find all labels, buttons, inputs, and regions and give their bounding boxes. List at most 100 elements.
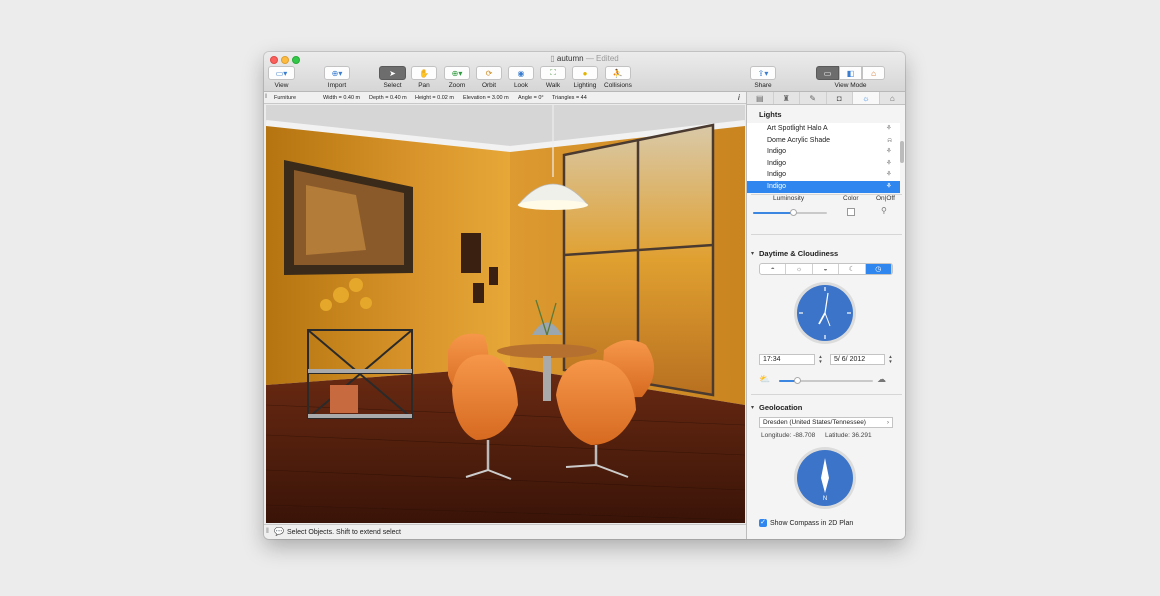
look-button[interactable]: ◉ <box>508 66 534 80</box>
tab-lighting[interactable]: ☼ <box>853 92 880 104</box>
zoom-tool: ⊕▾ Zoom <box>444 66 470 89</box>
light-off-icon[interactable]: ⚘ <box>886 146 892 158</box>
info-icon[interactable]: i <box>738 93 740 102</box>
chevron-down-icon[interactable]: ▾ <box>751 250 754 257</box>
orbit-button[interactable]: ⟳ <box>476 66 502 80</box>
lights-scrollbar[interactable] <box>900 125 904 185</box>
walk-label: Walk <box>545 82 561 89</box>
luminosity-fill <box>753 212 794 214</box>
library-icon: ▤ <box>755 93 764 103</box>
luminosity-knob[interactable] <box>790 209 798 216</box>
list-item[interactable]: Indigo ⚘ <box>747 158 900 170</box>
split-view-icon: ◧ <box>846 68 855 78</box>
list-item[interactable]: Art Spotlight Halo A ⚘ <box>747 123 900 135</box>
info-depth: Depth = 0.40 m <box>369 95 407 101</box>
look-label: Look <box>513 82 529 89</box>
noon-button[interactable]: ☼ <box>786 264 813 274</box>
view-mode-3d-button[interactable]: ⌂ <box>862 66 885 80</box>
view-mode-segments: ▭ ◧ ⌂ <box>816 66 885 80</box>
collisions-button[interactable]: ⛹ <box>604 66 631 80</box>
sunset-button[interactable]: ◒ <box>813 264 840 274</box>
import-button[interactable]: ⊕▾ <box>324 66 350 80</box>
daytime-clock[interactable] <box>792 280 858 346</box>
tab-library[interactable]: ▤ <box>747 92 774 104</box>
daytime-segment: ◓ ☼ ◒ ☾ ◷ <box>759 263 893 275</box>
latitude-label: Latitude: 36.291 <box>825 432 872 439</box>
pencil-icon: ✎ <box>809 93 817 103</box>
window-title: ▯ autumn — Edited <box>264 54 905 63</box>
luminosity-slider[interactable] <box>753 209 827 216</box>
info-elevation: Elevation = 3.00 m <box>463 95 509 101</box>
share-tool: ⇪▾ Share <box>750 66 776 89</box>
lighting-tool: ● Lighting <box>572 66 598 89</box>
share-icon: ⇪▾ <box>757 68 769 78</box>
walk-button[interactable]: ⛶ <box>540 66 566 80</box>
time-stepper[interactable]: ▲ ▼ <box>817 354 824 365</box>
bell-icon[interactable]: ⍾ <box>887 135 892 147</box>
select-button[interactable]: ➤ <box>379 66 406 80</box>
list-item[interactable]: Dome Acrylic Shade ⍾ <box>747 135 900 147</box>
view-mode-split-button[interactable]: ◧ <box>839 66 862 80</box>
custom-time-button[interactable]: ◷ <box>865 264 892 274</box>
date-stepper[interactable]: ▲ ▼ <box>887 354 894 365</box>
pan-button[interactable]: ✋ <box>411 66 437 80</box>
clock-icon: ◷ <box>875 266 882 273</box>
inspector-tabs: ▤ ♜ ✎ ◘ ☼ ⌂ <box>747 92 905 105</box>
scrollbar-thumb[interactable] <box>900 141 904 163</box>
small-painting-2 <box>473 283 484 303</box>
view-mode-label: View Mode <box>834 82 867 89</box>
walk-icon: ⛶ <box>550 68 556 77</box>
moon-icon: ☾ <box>848 266 856 273</box>
zoom-button[interactable]: ⊕▾ <box>444 66 470 80</box>
time-field[interactable]: 17:34 <box>759 354 815 365</box>
info-height: Height = 0.02 m <box>415 95 454 101</box>
date-field[interactable]: 5/ 6/ 2012 <box>830 354 885 365</box>
3d-viewport[interactable] <box>266 105 745 523</box>
orbit-tool: ⟳ Orbit <box>476 66 502 89</box>
tab-furniture[interactable]: ♜ <box>774 92 800 104</box>
color-header: Color <box>843 195 859 202</box>
sun-icon: ☼ <box>795 265 803 273</box>
chevron-down-icon[interactable]: ▾ <box>751 404 754 411</box>
tab-camera[interactable]: ◘ <box>827 92 853 104</box>
list-item[interactable]: Indigo ⚘ <box>747 169 900 181</box>
lighting-button[interactable]: ● <box>572 66 598 80</box>
tab-building[interactable]: ⌂ <box>880 92 906 104</box>
light-off-icon[interactable]: ⚘ <box>886 169 892 181</box>
info-angle: Angle = 0° <box>518 95 544 101</box>
view-label: View <box>274 82 289 89</box>
object-info-bar: ‖ Furniture Width = 0.40 m Depth = 0.40 … <box>264 92 746 104</box>
tab-edit[interactable]: ✎ <box>800 92 827 104</box>
location-value: Dresden (United States/Tennessee) <box>763 419 866 426</box>
compass-north-label: N <box>823 496 827 502</box>
sunrise-icon: ◓ <box>770 265 775 273</box>
collisions-tool: ⛹ Collisions <box>604 66 632 89</box>
show-compass-checkbox[interactable]: ✓ <box>759 519 767 527</box>
light-label: Indigo <box>767 159 787 167</box>
light-color-swatch[interactable] <box>847 208 855 216</box>
lightbulb-toggle-icon[interactable]: ⚲ <box>881 206 887 215</box>
info-section: Furniture <box>274 95 297 101</box>
cloudiness-slider[interactable] <box>779 377 873 384</box>
view-mode-2d-button[interactable]: ▭ <box>816 66 839 80</box>
location-field[interactable]: Dresden (United States/Tennessee) › <box>759 417 893 428</box>
sunrise-button[interactable]: ◓ <box>760 264 787 274</box>
house-3d-icon: ⌂ <box>871 68 876 78</box>
list-item[interactable]: Indigo ⚘ <box>747 146 900 158</box>
light-off-icon[interactable]: ⚘ <box>886 123 892 135</box>
light-off-icon[interactable]: ⚘ <box>886 158 892 170</box>
list-item-selected[interactable]: Indigo ⚘ <box>747 180 900 193</box>
compass-dial[interactable]: N <box>792 445 858 511</box>
light-off-icon[interactable]: ⚘ <box>886 181 892 193</box>
collision-figure-icon: ⛹ <box>612 68 623 78</box>
share-label: Share <box>754 82 772 89</box>
grip-icon[interactable]: ‖ <box>266 528 269 535</box>
zoom-label: Zoom <box>448 82 466 89</box>
pan-tool: ✋ Pan <box>411 66 437 89</box>
night-button[interactable]: ☾ <box>839 264 866 274</box>
chevron-right-icon: › <box>886 419 889 426</box>
share-button[interactable]: ⇪▾ <box>750 66 776 80</box>
cloudiness-knob[interactable] <box>794 377 802 384</box>
view-button[interactable]: ▭▾ <box>268 66 295 80</box>
grip-icon[interactable]: ‖ <box>265 94 267 100</box>
